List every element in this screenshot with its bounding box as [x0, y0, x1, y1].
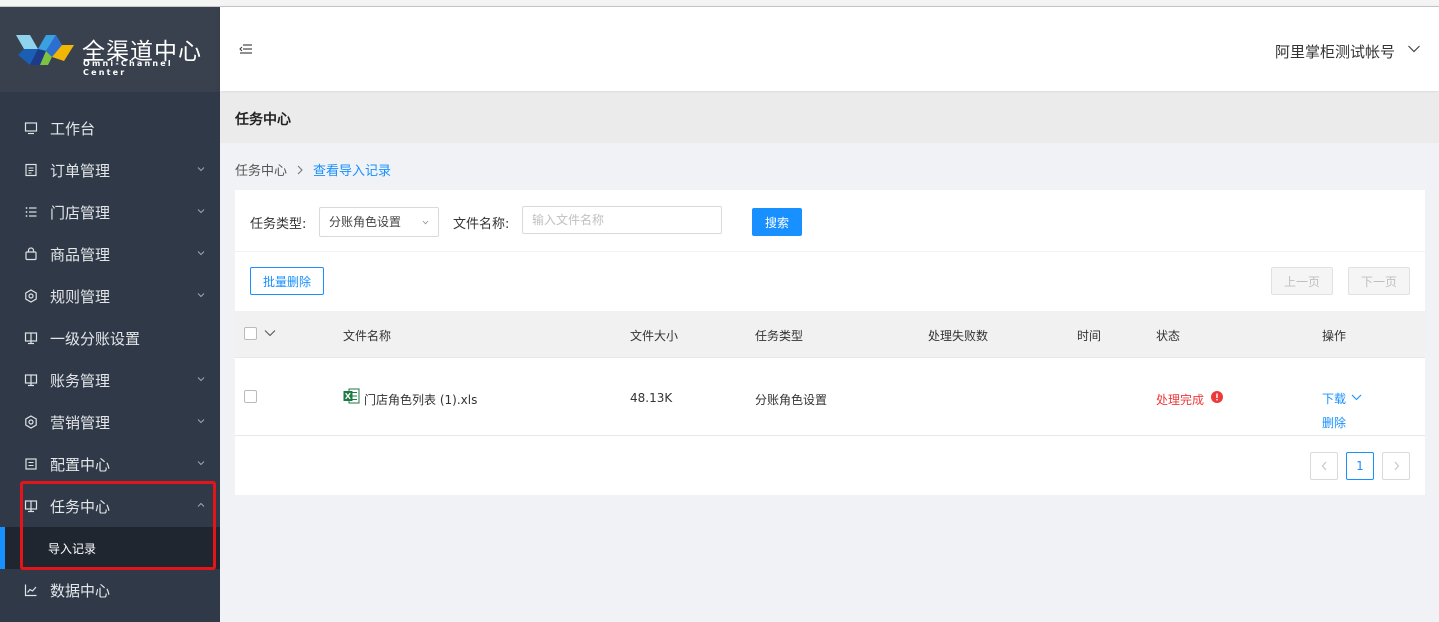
- sidebar-item-marketing[interactable]: 营销管理: [0, 401, 220, 443]
- file-size-cell: 48.13K: [630, 391, 673, 405]
- pagination-prev[interactable]: [1310, 452, 1338, 480]
- sidebar-item-orders[interactable]: 订单管理: [0, 149, 220, 191]
- chevron-up-icon: [197, 502, 205, 507]
- chevron-down-icon[interactable]: [1407, 44, 1421, 54]
- brand-logo-area: 全渠道中心 Omni-Channel Center: [0, 7, 220, 92]
- task-type-label: 任务类型:: [250, 217, 307, 232]
- brand-subtitle: Omni-Channel Center: [83, 59, 173, 77]
- bag-icon: [24, 247, 38, 261]
- sidebar-item-rules[interactable]: 规则管理: [0, 275, 220, 317]
- chevron-down-icon: [197, 167, 205, 172]
- chevron-down-icon: [197, 377, 205, 382]
- records-table-panel: 批量删除 上一页 下一页 文件名称 文件大小 任务类型 处理失败数 时间 状态 …: [235, 252, 1425, 495]
- alert-icon[interactable]: [1211, 391, 1223, 403]
- breadcrumb-current[interactable]: 查看导入记录: [313, 160, 391, 179]
- excel-file-icon: [343, 388, 360, 404]
- task-type-cell: 分账角色设置: [755, 393, 828, 407]
- settings-icon: [24, 415, 38, 429]
- table-row: 门店角色列表 (1).xls 48.13K 分账角色设置 处理完成 下载 删除: [235, 358, 1425, 436]
- sidebar-item-label: 数据中心: [50, 581, 111, 600]
- column-header-file-name: 文件名称: [343, 329, 392, 343]
- page-title: 任务中心: [235, 112, 291, 128]
- status-cell: 处理完成: [1156, 393, 1205, 407]
- monitor-icon: [24, 121, 38, 135]
- chevron-down-icon[interactable]: [264, 329, 276, 337]
- task-icon: [24, 499, 38, 513]
- split-icon: [24, 331, 38, 345]
- brand-logo-icon: [16, 35, 74, 65]
- file-name-cell: 门店角色列表 (1).xls: [364, 393, 478, 407]
- sidebar-item-label: 一级分账设置: [50, 329, 141, 348]
- chart-icon: [24, 583, 38, 597]
- sidebar-item-label: 订单管理: [50, 161, 111, 180]
- menu-fold-icon[interactable]: [239, 43, 253, 55]
- document-icon: [24, 163, 38, 177]
- sidebar-item-label: 门店管理: [50, 203, 111, 222]
- sidebar-item-data-center[interactable]: 数据中心: [0, 569, 220, 611]
- sidebar-subitem-import-records[interactable]: 导入记录: [0, 527, 220, 569]
- sidebar-item-products[interactable]: 商品管理: [0, 233, 220, 275]
- active-indicator: [0, 527, 5, 569]
- select-all-checkbox[interactable]: [244, 327, 257, 340]
- sidebar-item-level1-split[interactable]: 一级分账设置: [0, 317, 220, 359]
- sidebar-item-label: 工作台: [50, 119, 96, 138]
- sidebar-item-label: 规则管理: [50, 287, 111, 306]
- sidebar-item-label: 商品管理: [50, 245, 111, 264]
- file-name-label: 文件名称:: [453, 217, 510, 232]
- user-account-name[interactable]: 阿里掌柜测试帐号: [1275, 41, 1395, 62]
- chevron-down-icon: [197, 419, 205, 424]
- download-action[interactable]: 下载: [1322, 390, 1346, 407]
- chevron-right-icon: [297, 165, 303, 174]
- chevron-down-icon: [422, 220, 429, 225]
- chevron-down-icon: [197, 461, 205, 466]
- filter-panel: 任务类型: 分账角色设置 文件名称: 搜索: [235, 190, 1425, 251]
- column-header-actions: 操作: [1322, 329, 1347, 343]
- sidebar-item-label: 账务管理: [50, 371, 111, 390]
- prev-page-button[interactable]: 上一页: [1271, 267, 1333, 295]
- pagination-page[interactable]: 1: [1346, 452, 1374, 480]
- sidebar-item-stores[interactable]: 门店管理: [0, 191, 220, 233]
- chevron-down-icon: [197, 251, 205, 256]
- file-name-input[interactable]: [522, 206, 722, 234]
- chevron-right-icon: [1394, 461, 1399, 471]
- next-page-button[interactable]: 下一页: [1348, 267, 1410, 295]
- sidebar: 全渠道中心 Omni-Channel Center 工作台 订单管理 门店管理 …: [0, 7, 220, 622]
- delete-action[interactable]: 删除: [1322, 414, 1346, 431]
- config-icon: [24, 457, 38, 471]
- sidebar-menu: 工作台 订单管理 门店管理 商品管理 规则管理 一级分账设置 账务管理 营销管理…: [0, 107, 220, 611]
- sidebar-item-label: 营销管理: [50, 413, 111, 432]
- sidebar-item-label: 任务中心: [50, 497, 111, 516]
- row-checkbox[interactable]: [244, 390, 257, 403]
- page-header: 任务中心: [220, 93, 1439, 143]
- column-header-failed-count: 处理失败数: [928, 329, 989, 343]
- pagination-next[interactable]: [1382, 452, 1410, 480]
- sidebar-item-config[interactable]: 配置中心: [0, 443, 220, 485]
- split-icon: [24, 373, 38, 387]
- sidebar-item-label: 配置中心: [50, 455, 111, 474]
- column-header-time: 时间: [1077, 329, 1102, 343]
- task-type-value: 分账角色设置: [329, 215, 402, 229]
- search-button[interactable]: 搜索: [752, 208, 802, 236]
- settings-icon: [24, 289, 38, 303]
- browser-top-strip: [0, 0, 1439, 7]
- chevron-down-icon[interactable]: [1351, 394, 1362, 401]
- column-header-task-type: 任务类型: [755, 329, 804, 343]
- sidebar-item-tasks[interactable]: 任务中心: [0, 485, 220, 527]
- chevron-left-icon: [1321, 461, 1326, 471]
- list-icon: [24, 205, 38, 219]
- breadcrumb: 任务中心 查看导入记录: [235, 160, 391, 179]
- task-type-select[interactable]: 分账角色设置: [319, 207, 439, 237]
- breadcrumb-home[interactable]: 任务中心: [235, 160, 287, 179]
- batch-delete-button[interactable]: 批量删除: [250, 267, 324, 295]
- sidebar-item-accounting[interactable]: 账务管理: [0, 359, 220, 401]
- top-header: 阿里掌柜测试帐号: [220, 7, 1439, 91]
- sidebar-item-workbench[interactable]: 工作台: [0, 107, 220, 149]
- sidebar-subitem-label: 导入记录: [48, 541, 97, 556]
- column-header-file-size: 文件大小: [630, 329, 679, 343]
- chevron-down-icon: [197, 293, 205, 298]
- column-header-status: 状态: [1156, 329, 1181, 343]
- table-header: 文件名称 文件大小 任务类型 处理失败数 时间 状态 操作: [235, 311, 1425, 358]
- chevron-down-icon: [197, 209, 205, 214]
